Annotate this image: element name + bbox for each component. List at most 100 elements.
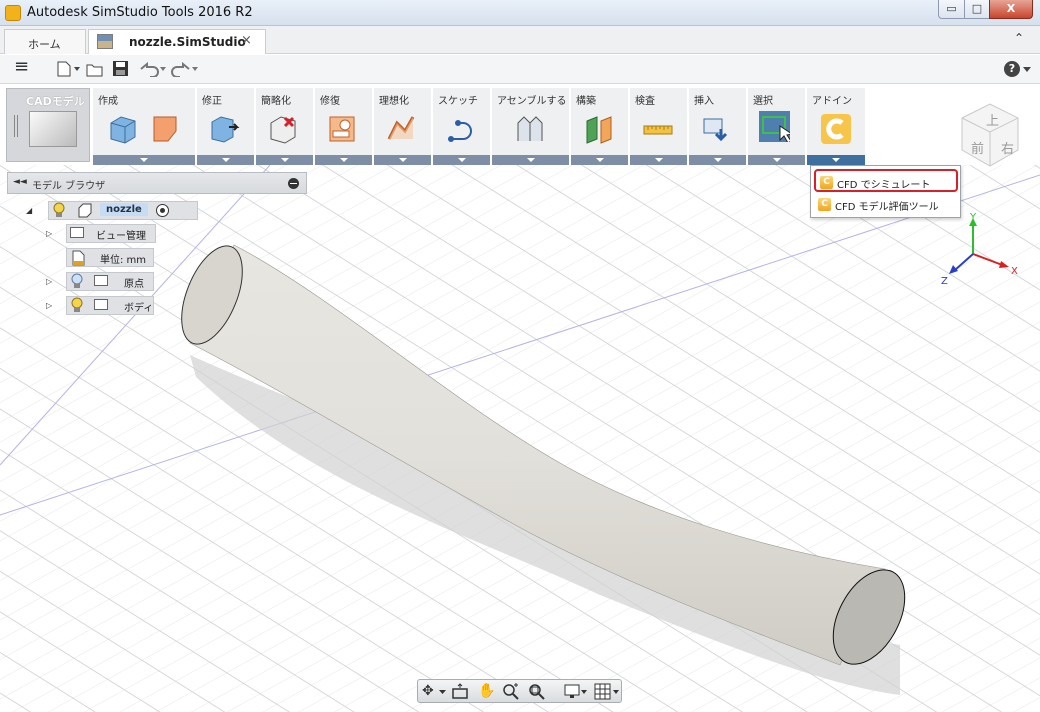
repair-icon[interactable] [327,113,359,145]
ribbon-group-create[interactable]: 作成 [93,88,196,165]
redo-icon[interactable] [170,61,200,77]
activate-radio-icon[interactable] [155,203,170,218]
save-icon[interactable] [112,60,129,77]
ribbon-group-idealize[interactable]: 理想化 [374,88,432,165]
help-dropdown-icon[interactable] [1023,67,1031,73]
undo-icon[interactable] [138,61,168,77]
tree-item-view-management[interactable]: ▷ ビュー管理 [44,224,156,243]
inspect-icon[interactable] [642,113,674,145]
tree-item-bodies[interactable]: ▷ ボディ [44,296,156,315]
group-label: 理想化 [379,96,409,107]
collapse-arrow-icon[interactable]: ◢ [26,206,32,215]
create-sketch-shape-icon[interactable] [151,113,183,145]
select-icon[interactable] [758,110,790,142]
app-logo-icon [5,5,21,21]
collapse-ribbon-icon[interactable]: ⌃ [1014,31,1024,45]
ribbon-group-insert[interactable]: 挿入 [689,88,747,165]
ribbon-group-addin[interactable]: アドイン [807,88,866,165]
ribbon-group-simplify[interactable]: 簡略化 [256,88,314,165]
ribbon-group-modify[interactable]: 修正 [197,88,255,165]
zoom-window-icon[interactable] [528,683,546,700]
group-dropdown[interactable] [374,155,431,165]
ribbon-group-assemble[interactable]: アセンブルする [492,88,570,165]
simplify-icon[interactable] [268,113,300,145]
expand-arrow-icon[interactable]: ▷ [46,229,52,238]
collapse-browser-icon[interactable]: ◄◄ [13,177,27,187]
group-dropdown[interactable] [315,155,372,165]
window-title: Autodesk SimStudio Tools 2016 R2 [27,5,253,20]
tree-item-origin[interactable]: ▷ 原点 [44,272,156,291]
3d-viewport[interactable] [0,165,1040,712]
component-icon [78,203,92,218]
group-label: 選択 [753,96,773,107]
menu-item-cfd-model-assessment[interactable]: C CFD モデル評価ツール [814,193,958,216]
new-file-icon[interactable] [56,61,82,77]
tree-root-label[interactable]: nozzle [100,203,148,216]
view-cube-icon[interactable] [957,98,1023,170]
expand-arrow-icon[interactable]: ▷ [46,277,52,286]
view-cube[interactable]: 上 前 右 [957,98,1023,170]
visibility-bulb-icon[interactable] [52,202,66,218]
visibility-bulb-off-icon[interactable] [70,273,84,289]
ribbon-group-repair[interactable]: 修復 [315,88,373,165]
assemble-icon[interactable] [514,113,546,145]
group-dropdown[interactable] [256,155,313,165]
modify-icon[interactable] [209,113,241,145]
help-icon[interactable]: ? [1004,61,1020,77]
group-dropdown[interactable] [807,155,865,165]
ribbon-group-sketch[interactable]: スケッチ [433,88,491,165]
grid-settings-icon[interactable] [594,683,620,700]
orbit-icon[interactable]: ✥ [422,683,434,699]
view-cube-right-label[interactable]: 右 [1001,138,1014,157]
quick-access-toolbar: ≡ ? [0,55,1040,84]
construct-icon[interactable] [583,113,615,145]
workspace-selector[interactable]: CADモデル [6,88,90,162]
folder-icon [70,227,84,238]
addin-icon[interactable] [820,113,852,145]
idealize-icon[interactable] [386,113,418,145]
zoom-icon[interactable] [502,683,520,700]
visibility-bulb-icon[interactable] [70,297,84,313]
group-label: スケッチ [438,96,478,107]
minimize-button[interactable]: ▭ [938,0,965,19]
close-button[interactable]: X [989,0,1033,19]
view-cube-front-label[interactable]: 前 [971,138,984,157]
tree-item-label: ビュー管理 [96,231,146,242]
group-dropdown[interactable] [197,155,254,165]
view-cube-top-label[interactable]: 上 [986,110,999,129]
group-dropdown[interactable] [433,155,490,165]
open-folder-icon[interactable] [86,61,104,77]
expand-arrow-icon[interactable]: ▷ [46,301,52,310]
sketch-icon[interactable] [445,113,477,145]
group-dropdown[interactable] [571,155,628,165]
addin-dropdown-menu: C CFD でシミュレート C CFD モデル評価ツール [810,165,961,218]
group-dropdown[interactable] [689,155,746,165]
pan-hand-icon[interactable]: ✋ [478,683,495,699]
group-dropdown[interactable] [492,155,569,165]
tab-nozzle-document[interactable]: nozzle.SimStudio × [88,29,266,54]
ribbon-group-construct[interactable]: 構築 [571,88,629,165]
minimize-browser-icon[interactable] [288,178,299,189]
close-tab-icon[interactable]: × [241,33,252,48]
maximize-button[interactable]: □ [964,0,990,19]
document-tab-bar: ホーム nozzle.SimStudio × ⌃ [0,26,1040,54]
tab-home[interactable]: ホーム [4,29,86,54]
menu-item-label: CFD モデル評価ツール [835,202,939,213]
group-dropdown[interactable] [630,155,687,165]
ribbon-group-inspect[interactable]: 検査 [630,88,688,165]
look-at-icon[interactable] [451,683,469,700]
display-settings-icon[interactable] [564,683,588,700]
tree-item-units[interactable]: 単位: mm [44,248,156,267]
ribbon-grip [14,115,18,137]
create-box-icon[interactable] [107,113,139,145]
tree-root-nozzle[interactable]: ◢ nozzle [26,201,198,220]
orbit-dropdown-icon[interactable] [439,690,446,695]
menu-icon[interactable]: ≡ [14,58,29,76]
ribbon-group-select[interactable]: 選択 [748,88,806,165]
tab-document-label: nozzle.SimStudio [129,35,246,49]
menu-item-cfd-simulate[interactable]: C CFD でシミュレート [814,169,958,192]
group-dropdown[interactable] [93,155,195,165]
group-dropdown[interactable] [748,155,805,165]
insert-icon[interactable] [701,113,733,145]
model-browser-header[interactable]: ◄◄ モデル ブラウザ [7,172,307,194]
